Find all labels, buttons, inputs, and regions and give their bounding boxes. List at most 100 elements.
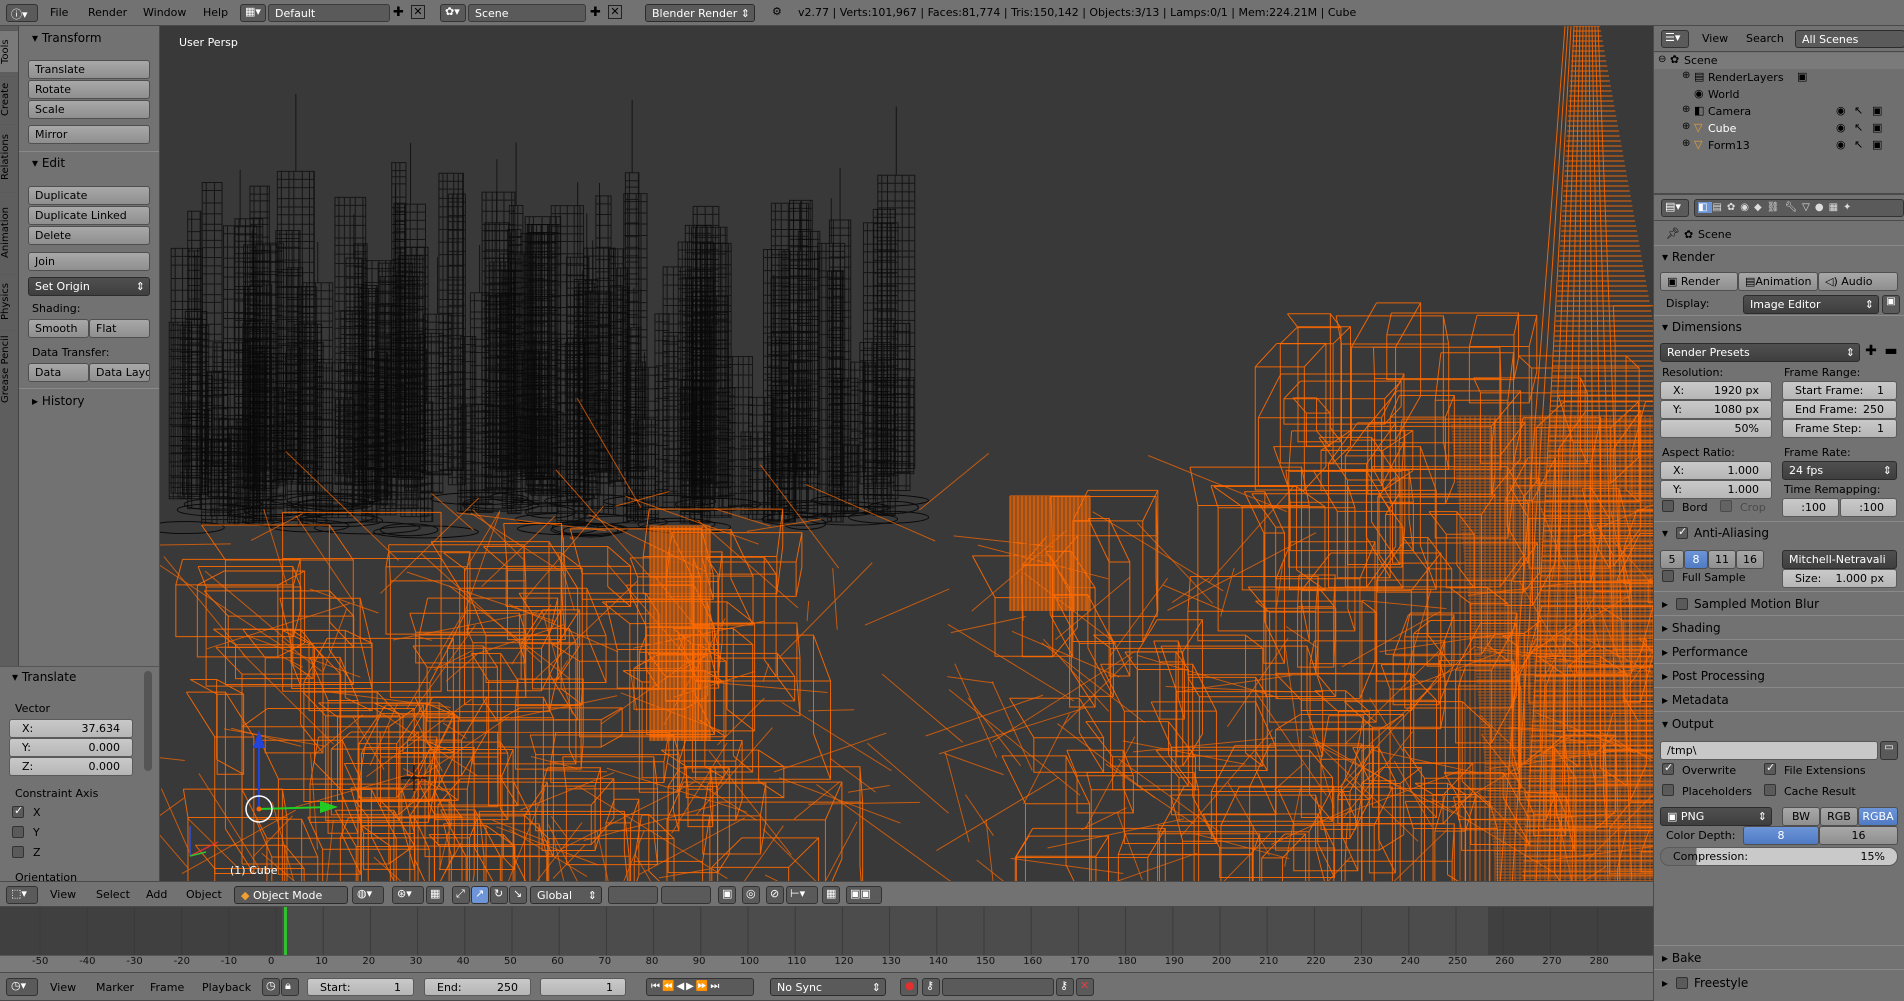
timeline-menu-view[interactable]: View bbox=[50, 975, 76, 1000]
overwrite-checkbox[interactable] bbox=[1662, 761, 1674, 775]
lock-interface-button[interactable]: ▣ bbox=[1882, 295, 1900, 314]
timeline-area[interactable]: -50 -40 -30 -20 -10 0 10 20 30 40 50 60 70 80 90 100 110… bbox=[0, 907, 1653, 972]
timeline-editor-type[interactable]: ◷▾ bbox=[6, 978, 38, 996]
render-engine-dropdown[interactable]: Blender Render ⇕ bbox=[645, 4, 755, 22]
output-panel-header[interactable]: ▾ Output bbox=[1662, 717, 1714, 731]
file-format-dropdown[interactable]: ▣ PNG ⇕ bbox=[1660, 807, 1772, 826]
vector-z-field[interactable]: Z: 0.000 bbox=[9, 757, 133, 776]
remove-preset-icon[interactable]: ▬ bbox=[1882, 343, 1900, 362]
flat-button[interactable]: Flat bbox=[89, 319, 150, 338]
add-layout-icon[interactable]: ✚ bbox=[393, 5, 404, 20]
view3d-menu-object[interactable]: Object bbox=[186, 882, 222, 907]
aspect-y-field[interactable]: Y: 1.000 bbox=[1660, 480, 1772, 499]
color-bw-button[interactable]: BW bbox=[1782, 807, 1820, 826]
record-button[interactable]: ● bbox=[900, 978, 918, 996]
snap-element-button[interactable]: ⊢▾ bbox=[786, 886, 818, 904]
postproc-panel-header[interactable]: ▸ Post Processing bbox=[1662, 669, 1765, 683]
duplicate-button[interactable]: Duplicate bbox=[28, 186, 150, 205]
layer-buttons-2[interactable] bbox=[661, 886, 711, 904]
outliner-menu-view[interactable]: View bbox=[1702, 26, 1728, 51]
pivot-align-button[interactable]: ▦ bbox=[426, 886, 444, 904]
aa-samples-5[interactable]: 5 bbox=[1660, 550, 1684, 569]
smooth-button[interactable]: Smooth bbox=[28, 319, 89, 338]
scene-name-field[interactable]: Scene bbox=[468, 4, 586, 22]
vector-y-field[interactable]: Y: 0.000 bbox=[9, 738, 133, 757]
tab-create[interactable]: Create bbox=[0, 76, 18, 122]
color-rgb-button[interactable]: RGB bbox=[1820, 807, 1858, 826]
compression-slider[interactable]: Compression: 15% bbox=[1660, 847, 1898, 866]
outliner-row-form13[interactable]: ⊕ ▽ Form13 ◉ ↖ ▣ bbox=[1654, 138, 1904, 154]
audio-button[interactable]: ◁) Audio bbox=[1818, 272, 1898, 291]
animation-button[interactable]: ▤Animation bbox=[1738, 272, 1818, 291]
snap-target-button[interactable]: ▦ bbox=[822, 886, 840, 904]
view3d-editor-type[interactable]: ⬚▾ bbox=[6, 886, 38, 904]
data-button[interactable]: Data bbox=[28, 363, 89, 382]
properties-context-tabs[interactable]: ◧▤✿◉◆⛓🔧︎▽●▦✦ bbox=[1694, 199, 1904, 217]
eye-icon[interactable]: ◉ bbox=[1836, 121, 1846, 134]
set-origin-dropdown[interactable]: Set Origin ⇕ bbox=[28, 277, 150, 296]
resolution-y-field[interactable]: Y: 1080 px bbox=[1660, 400, 1772, 419]
view3d-menu-add[interactable]: Add bbox=[146, 882, 167, 907]
view3d-menu-select[interactable]: Select bbox=[96, 882, 130, 907]
start-frame-prop-field[interactable]: Start Frame: 1 bbox=[1782, 381, 1897, 400]
duplicate-linked-button[interactable]: Duplicate Linked bbox=[28, 206, 150, 225]
frame-step-field[interactable]: Frame Step: 1 bbox=[1782, 419, 1897, 438]
transform-panel-header[interactable]: ▾ Transform bbox=[32, 31, 102, 45]
view3d-menu-view[interactable]: View bbox=[50, 882, 76, 907]
render-presets-dropdown[interactable]: Render Presets ⇕ bbox=[1660, 343, 1860, 362]
opengl-render-buttons[interactable]: ▣▣ bbox=[846, 886, 882, 904]
render-icon[interactable]: ▣ bbox=[1872, 138, 1882, 151]
render-icon[interactable]: ▣ bbox=[1872, 104, 1882, 117]
viewport-shading-button[interactable]: ◍▾ bbox=[352, 886, 384, 904]
tab-grease-pencil[interactable]: Grease Pencil bbox=[0, 330, 18, 408]
constraint-x-checkbox[interactable] bbox=[12, 804, 24, 818]
insert-keyframe-button[interactable]: ⚷ bbox=[1056, 978, 1074, 996]
history-panel-header[interactable]: ▸ History bbox=[32, 394, 85, 408]
outliner-menu-search[interactable]: Search bbox=[1746, 26, 1784, 51]
cache-result-checkbox[interactable] bbox=[1764, 784, 1776, 796]
output-path-field[interactable]: /tmp\ bbox=[1660, 741, 1878, 760]
aa-samples-8[interactable]: 8 bbox=[1684, 550, 1708, 569]
smb-checkbox[interactable] bbox=[1676, 598, 1688, 610]
frame-rate-dropdown[interactable]: 24 fps ⇕ bbox=[1782, 461, 1897, 480]
metadata-panel-header[interactable]: ▸ Metadata bbox=[1662, 693, 1729, 707]
outliner-row-camera[interactable]: ⊕ ◧ Camera ◉ ↖ ▣ bbox=[1654, 104, 1904, 120]
browse-folder-button[interactable]: ▭ bbox=[1880, 741, 1898, 760]
tab-animation[interactable]: Animation bbox=[0, 192, 18, 272]
vector-x-field[interactable]: X: 37.634 bbox=[9, 719, 133, 738]
end-frame-prop-field[interactable]: End Frame: 250 bbox=[1782, 400, 1897, 419]
proportional-edit-button[interactable]: ◎ bbox=[742, 886, 760, 904]
bake-panel-header[interactable]: ▸ Bake bbox=[1662, 951, 1701, 965]
translate-manipulator-button[interactable]: ↗ bbox=[471, 886, 489, 904]
rotate-manipulator-button[interactable]: ↻ bbox=[490, 886, 508, 904]
layout-icon-button[interactable]: ▦▾ bbox=[240, 4, 266, 22]
render-button[interactable]: ▣ Render bbox=[1660, 272, 1738, 291]
pivot-button[interactable]: ⊛▾ bbox=[392, 886, 424, 904]
timeline-ruler[interactable]: -50 -40 -30 -20 -10 0 10 20 30 40 50 60 70 80 90 100 110… bbox=[0, 955, 1653, 972]
file-extensions-checkbox[interactable] bbox=[1764, 761, 1776, 775]
placeholders-checkbox[interactable] bbox=[1662, 784, 1674, 796]
operator-panel-header[interactable]: ▾ Translate bbox=[12, 670, 76, 684]
shading-panel-header[interactable]: ▸ Shading bbox=[1662, 621, 1721, 635]
edit-panel-header[interactable]: ▾ Edit bbox=[32, 156, 65, 170]
scale-manipulator-button[interactable]: ↘ bbox=[509, 886, 527, 904]
outliner-row-cube[interactable]: ⊕ ▽ Cube ◉ ↖ ▣ bbox=[1654, 121, 1904, 137]
eye-icon[interactable]: ◉ bbox=[1836, 138, 1846, 151]
cursor-icon[interactable]: ↖ bbox=[1854, 104, 1863, 117]
active-keying-set-field[interactable] bbox=[942, 978, 1054, 996]
tab-physics[interactable]: Physics bbox=[0, 274, 18, 328]
cursor-icon[interactable]: ↖ bbox=[1854, 121, 1863, 134]
start-frame-field[interactable]: Start: 1 bbox=[307, 978, 414, 996]
layout-name-field[interactable]: Default bbox=[268, 4, 390, 22]
lock-layers-button[interactable]: ▣ bbox=[718, 886, 736, 904]
menu-help[interactable]: Help bbox=[203, 0, 228, 25]
editor-type-button[interactable]: ⓘ▾ bbox=[6, 4, 38, 22]
translate-button[interactable]: Translate bbox=[28, 60, 150, 79]
manipulator-toggle[interactable]: ⤢ bbox=[452, 886, 470, 904]
viewport-3d[interactable]: User Persp (1) Cube bbox=[160, 26, 1653, 881]
timeline-menu-marker[interactable]: Marker bbox=[96, 975, 134, 1000]
use-preview-range-button[interactable]: ◷ bbox=[262, 978, 280, 996]
menu-file[interactable]: File bbox=[50, 0, 68, 25]
aa-filter-dropdown[interactable]: Mitchell-Netravali bbox=[1782, 550, 1897, 569]
render-icon[interactable]: ▣ bbox=[1872, 121, 1882, 134]
